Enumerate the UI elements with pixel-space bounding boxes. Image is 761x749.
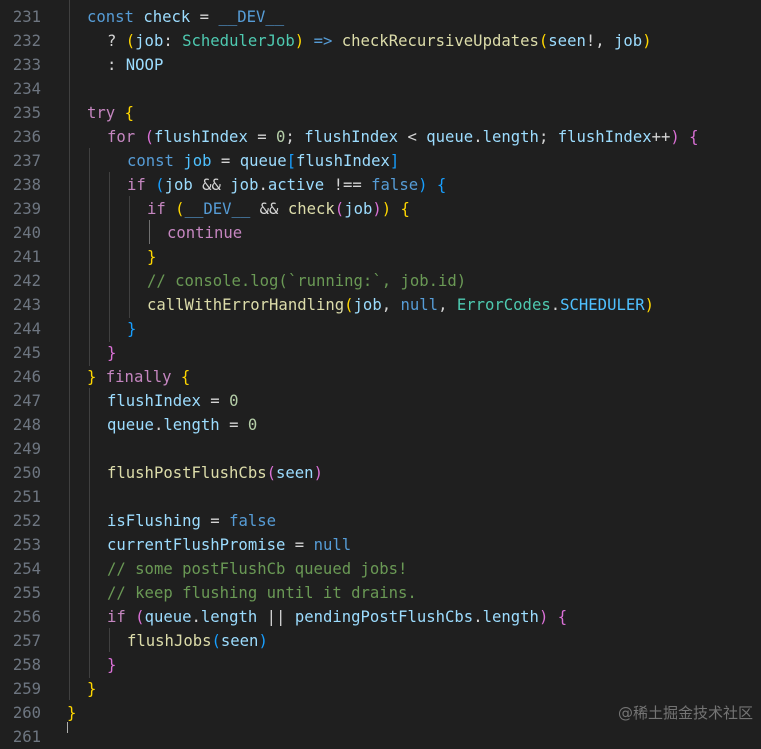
code-line-250[interactable]: flushPostFlushCbs(seen) (107, 461, 323, 485)
code-line-237[interactable]: const job = queue[flushIndex] (127, 149, 399, 173)
code-line-254[interactable]: // some postFlushCb queued jobs! (107, 557, 407, 581)
code-line-239[interactable]: if (__DEV__ && check(job)) { (147, 197, 410, 221)
line-number: 235 (12, 104, 41, 122)
line-number: 240 (12, 224, 41, 242)
watermark: @稀土掘金技术社区 (617, 704, 753, 722)
line-number: 242 (12, 272, 41, 290)
code-line-246[interactable]: } finally { (87, 365, 190, 389)
line-number: 239 (12, 200, 41, 218)
line-number: 243 (12, 296, 41, 314)
line-number: 258 (12, 656, 41, 674)
code-line-260[interactable]: } (67, 701, 76, 725)
line-number: 253 (12, 536, 41, 554)
code-line-240[interactable]: continue (167, 221, 242, 245)
line-number: 245 (12, 344, 41, 362)
code-line-232[interactable]: ? (job: SchedulerJob) => checkRecursiveU… (107, 29, 652, 53)
line-number: 233 (12, 56, 41, 74)
code-line-259[interactable]: } (87, 677, 96, 701)
line-number: 237 (12, 152, 41, 170)
code-line-241[interactable]: } (147, 245, 156, 269)
line-number: 256 (12, 608, 41, 626)
line-number: 238 (12, 176, 41, 194)
line-number: 250 (12, 464, 41, 482)
line-number: 252 (12, 512, 41, 530)
code-editor[interactable]: 231 232 233 234 235 236 237 238 239 240 … (0, 0, 761, 746)
code-line-243[interactable]: callWithErrorHandling(job, null, ErrorCo… (147, 293, 654, 317)
line-number: 247 (12, 392, 41, 410)
line-number: 241 (12, 248, 41, 266)
line-number: 261 (12, 728, 41, 746)
code-line-252[interactable]: isFlushing = false (107, 509, 276, 533)
code-line-256[interactable]: if (queue.length || pendingPostFlushCbs.… (107, 605, 567, 629)
code-line-242[interactable]: // console.log(`running:`, job.id) (147, 269, 466, 293)
line-number: 254 (12, 560, 41, 578)
code-line-235[interactable]: try { (87, 101, 134, 125)
line-number: 251 (12, 488, 41, 506)
code-line-233[interactable]: : NOOP (107, 53, 163, 77)
code-line-253[interactable]: currentFlushPromise = null (107, 533, 351, 557)
code-line-244[interactable]: } (127, 317, 136, 341)
code-line-238[interactable]: if (job && job.active !== false) { (127, 173, 446, 197)
line-number: 244 (12, 320, 41, 338)
line-number: 232 (12, 32, 41, 50)
code-line-248[interactable]: queue.length = 0 (107, 413, 257, 437)
line-number: 255 (12, 584, 41, 602)
code-line-245[interactable]: } (107, 341, 116, 365)
code-line-258[interactable]: } (107, 653, 116, 677)
line-number: 257 (12, 632, 41, 650)
code-line-231[interactable]: const check = __DEV__ (87, 5, 284, 29)
line-number: 260 (12, 704, 41, 722)
line-number: 248 (12, 416, 41, 434)
line-number: 249 (12, 440, 41, 458)
code-line-247[interactable]: flushIndex = 0 (107, 389, 238, 413)
code-line-255[interactable]: // keep flushing until it drains. (107, 581, 417, 605)
code-line-236[interactable]: for (flushIndex = 0; flushIndex < queue.… (107, 125, 699, 149)
line-number: 234 (12, 80, 41, 98)
text-cursor (67, 722, 68, 733)
line-number: 259 (12, 680, 41, 698)
line-number: 231 (12, 8, 41, 26)
line-number: 246 (12, 368, 41, 386)
code-line-257[interactable]: flushJobs(seen) (127, 629, 268, 653)
line-number: 236 (12, 128, 41, 146)
